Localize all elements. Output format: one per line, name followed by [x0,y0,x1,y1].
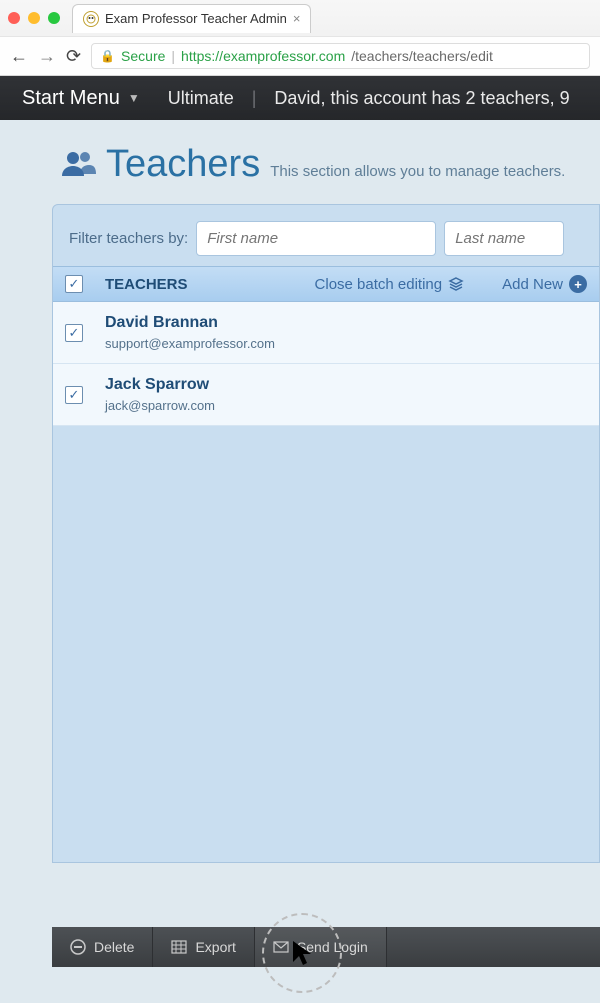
export-button[interactable]: Export [153,927,254,967]
start-menu-label: Start Menu [22,87,120,110]
app-top-bar: Start Menu ▼ Ultimate | David, this acco… [0,76,600,120]
maximize-window-icon[interactable] [48,12,60,24]
back-button[interactable]: ← [10,46,28,67]
page-title: Teachers [106,143,260,186]
teachers-panel: Filter teachers by: ✓ TEACHERS Close bat… [52,204,600,863]
delete-label: Delete [94,939,134,955]
add-new-label: Add New [502,276,563,293]
reload-button[interactable]: ⟳ [66,46,81,67]
layers-icon [448,276,464,292]
browser-tab[interactable]: Exam Professor Teacher Admin × [72,4,311,33]
add-new-button[interactable]: Add New + [502,275,587,293]
separator: | [252,88,257,109]
table-header: ✓ TEACHERS Close batch editing Add New + [53,266,599,302]
address-row: ← → ⟳ 🔒 Secure | https://examprofessor.c… [0,36,600,75]
lock-icon: 🔒 [100,49,115,63]
export-label: Export [195,939,235,955]
filter-label: Filter teachers by: [69,230,188,247]
close-batch-label: Close batch editing [315,276,443,293]
teacher-row[interactable]: ✓ Jack Sparrow jack@sparrow.com [53,364,599,426]
teacher-row[interactable]: ✓ David Brannan support@examprofessor.co… [53,302,599,364]
teacher-name: David Brannan [105,314,275,332]
footer-action-bar: Delete Export Send Login [52,927,600,967]
send-login-button[interactable]: Send Login [255,927,387,967]
address-bar[interactable]: 🔒 Secure | https://examprofessor.com/tea… [91,43,590,69]
section-header: Teachers This section allows you to mana… [0,140,600,204]
select-all-checkbox[interactable]: ✓ [65,275,83,293]
column-title: TEACHERS [105,276,188,293]
secure-label: Secure [121,48,165,64]
send-login-label: Send Login [297,939,368,955]
row-checkbox[interactable]: ✓ [65,386,83,404]
chevron-down-icon: ▼ [128,91,140,105]
plan-label[interactable]: Ultimate [168,88,234,109]
page-subtitle: This section allows you to manage teache… [270,163,565,180]
url-host: https://examprofessor.com [181,48,345,64]
last-name-input[interactable] [444,221,564,256]
minimize-window-icon[interactable] [28,12,40,24]
minus-circle-icon [70,939,86,955]
plus-circle-icon: + [569,275,587,293]
close-batch-button[interactable]: Close batch editing [315,276,465,293]
url-path: /teachers/teachers/edit [351,48,493,64]
page-body: Teachers This section allows you to mana… [0,120,600,1003]
teacher-email: support@examprofessor.com [105,336,275,351]
window-controls[interactable] [8,12,60,24]
browser-chrome: Exam Professor Teacher Admin × ← → ⟳ 🔒 S… [0,0,600,76]
teacher-list: ✓ David Brannan support@examprofessor.co… [53,302,599,862]
favicon-icon [83,11,99,27]
teacher-email: jack@sparrow.com [105,398,215,413]
forward-button[interactable]: → [38,46,56,67]
mail-icon [273,939,289,955]
grid-icon [171,939,187,955]
people-icon [60,146,96,187]
delete-button[interactable]: Delete [52,927,153,967]
account-notice: David, this account has 2 teachers, 9 [274,88,569,109]
row-checkbox[interactable]: ✓ [65,324,83,342]
tab-close-icon[interactable]: × [293,11,301,26]
first-name-input[interactable] [196,221,436,256]
close-window-icon[interactable] [8,12,20,24]
filter-row: Filter teachers by: [53,211,599,266]
tab-title: Exam Professor Teacher Admin [105,11,287,26]
teacher-name: Jack Sparrow [105,376,215,394]
start-menu-button[interactable]: Start Menu ▼ [12,81,150,116]
tab-bar: Exam Professor Teacher Admin × [0,0,600,36]
